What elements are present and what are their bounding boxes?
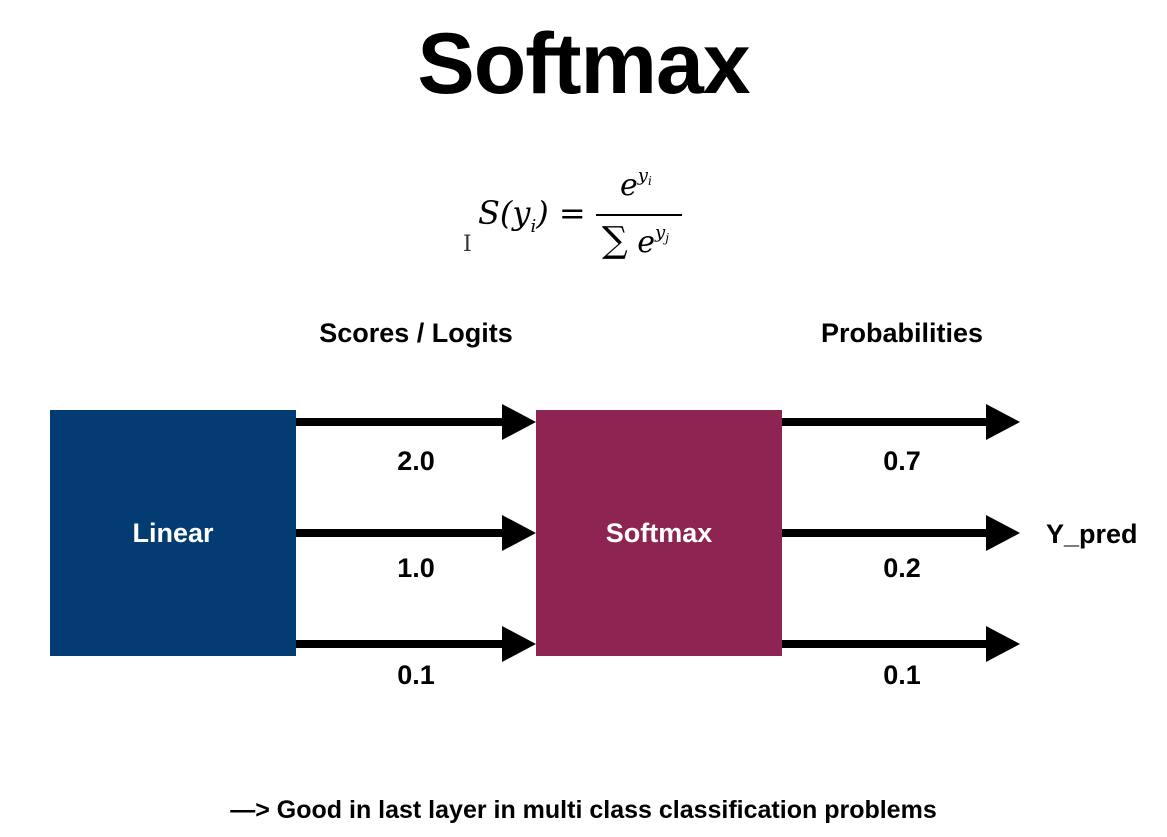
arrow-prob-2 — [782, 515, 1020, 551]
score-value-2: 1.0 — [397, 553, 435, 583]
score-value-3: 0.1 — [397, 660, 435, 690]
arrow-score-1 — [296, 404, 536, 440]
arrow-prob-3 — [782, 626, 1020, 662]
arrow-score-2 — [296, 515, 536, 551]
score-value-1: 2.0 — [397, 446, 435, 476]
probability-arrows — [782, 404, 1020, 662]
linear-layer-box: Linear — [50, 410, 296, 656]
arrow-score-3 — [296, 626, 536, 662]
score-arrows — [296, 404, 536, 662]
probability-value-1: 0.7 — [883, 446, 921, 476]
arrow-prob-1 — [782, 404, 1020, 440]
probability-value-2: 0.2 — [883, 553, 921, 583]
output-label: Y_pred — [1046, 519, 1138, 549]
probability-value-3: 0.1 — [883, 660, 921, 690]
softmax-layer-box: Softmax — [536, 410, 782, 656]
footer-note: —> Good in last layer in multi class cla… — [230, 796, 937, 824]
